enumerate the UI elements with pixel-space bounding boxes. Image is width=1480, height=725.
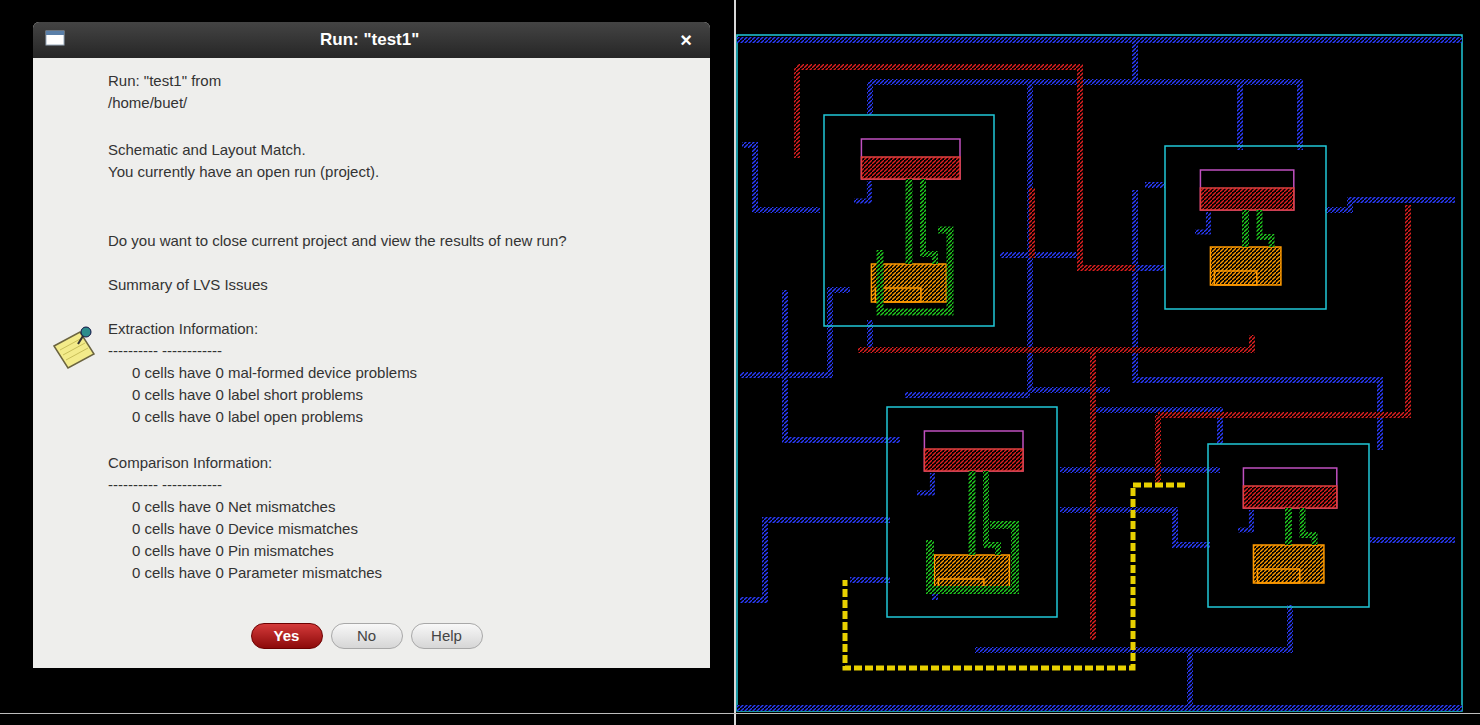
separator: ---------- ------------ [108, 474, 700, 496]
header-line: Run: "test1" from [108, 70, 700, 92]
title-bar: Run: "test1" × [33, 22, 710, 58]
summary-title: Summary of LVS Issues [108, 274, 700, 296]
issue-line: 0 cells have 0 Device mismatches [108, 518, 700, 540]
note-icon [50, 324, 102, 372]
dialog-body: Run: "test1" from/home/buet/Schematic an… [33, 58, 710, 668]
question: Do you want to close current project and… [108, 230, 700, 252]
dialog-title: Run: "test1" [75, 30, 664, 50]
status-message: Schematic and Layout Match.You currently… [108, 139, 700, 183]
comparison-section: Comparison Information:---------- ------… [108, 452, 700, 584]
run-header: Run: "test1" from/home/buet/ [108, 70, 700, 114]
layout-canvas[interactable] [736, 0, 1480, 713]
layout-drawing [736, 0, 1480, 713]
run-dialog: Run: "test1" × Run: "test1" from/home/buet… [33, 22, 710, 668]
issue-line: 0 cells have 0 label open problems [108, 406, 700, 428]
status-line: Schematic and Layout Match. [108, 139, 700, 161]
issue-line: 0 cells have 0 label short problems [108, 384, 700, 406]
separator: ---------- ------------ [108, 340, 700, 362]
yes-button[interactable]: Yes [251, 623, 323, 649]
divider [734, 0, 736, 725]
section-title: Extraction Information: [108, 318, 700, 340]
header-line: /home/buet/ [108, 92, 700, 114]
issue-line: 0 cells have 0 mal-formed device problem… [108, 362, 700, 384]
status-line: You currently have an open run (project)… [108, 161, 700, 183]
window-icon [45, 30, 65, 50]
issue-line: 0 cells have 0 Pin mismatches [108, 540, 700, 562]
extraction-section: Extraction Information:---------- ------… [108, 318, 700, 428]
no-button[interactable]: No [331, 623, 403, 649]
divider [0, 713, 1480, 714]
issue-line: 0 cells have 0 Net mismatches [108, 496, 700, 518]
help-button[interactable]: Help [411, 623, 483, 649]
button-row: Yes No Help [33, 623, 700, 649]
close-button[interactable]: × [674, 29, 698, 52]
section-title: Comparison Information: [108, 452, 700, 474]
issue-line: 0 cells have 0 Parameter mismatches [108, 562, 700, 584]
